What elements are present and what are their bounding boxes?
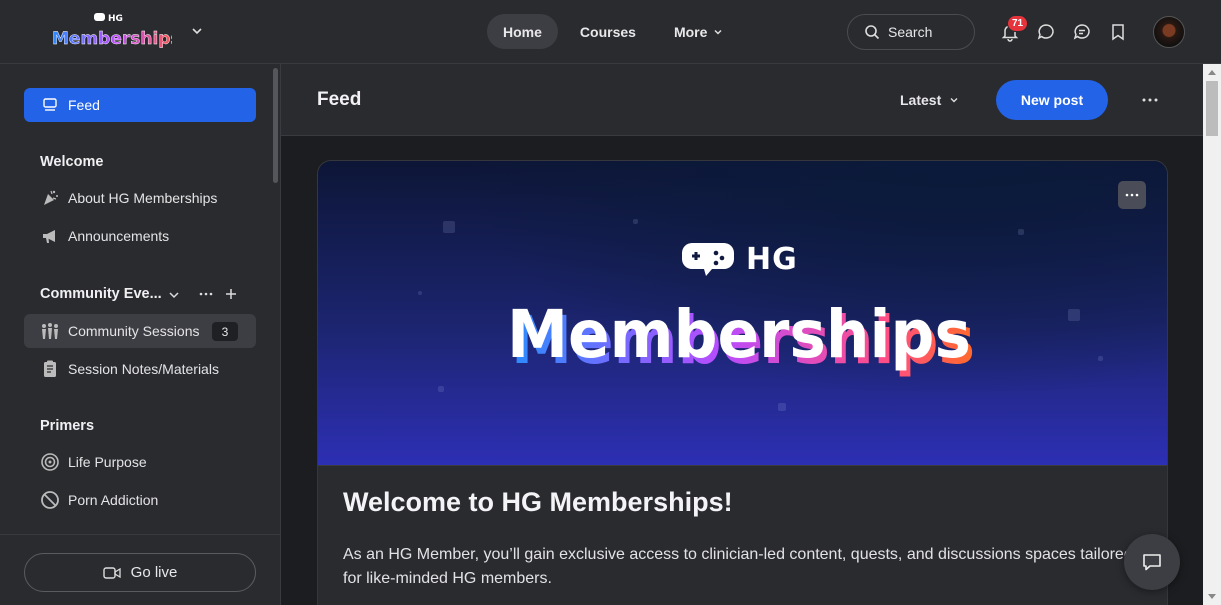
post-card[interactable]: HG Memberships Memberships Welcome to HG… — [317, 160, 1168, 605]
post-body: As an HG Member, you’ll gain exclusive a… — [343, 546, 1133, 587]
section-heading-primers[interactable]: Primers — [40, 418, 94, 434]
messages-icon[interactable] — [1072, 22, 1092, 42]
section-heading-welcome[interactable]: Welcome — [40, 154, 103, 170]
chat-icon — [1143, 554, 1161, 571]
top-bar: HG Memberships Home Courses More Search … — [0, 0, 1221, 64]
nav-home[interactable]: Home — [487, 14, 558, 49]
chevron-down-icon — [950, 98, 958, 103]
sidebar-item-session-notes[interactable]: Session Notes/Materials — [24, 352, 256, 386]
post-title[interactable]: Welcome to HG Memberships! — [343, 487, 733, 518]
bookmark-icon[interactable] — [1108, 22, 1128, 42]
feed-icon — [43, 98, 57, 111]
sidebar-item-announcements[interactable]: Announcements — [24, 219, 256, 253]
section-actions — [198, 286, 238, 302]
target-icon — [40, 452, 60, 472]
more-dots-icon[interactable] — [198, 286, 214, 302]
sidebar-item-about[interactable]: About HG Memberships — [24, 181, 256, 215]
sidebar-scrollbar[interactable] — [273, 68, 278, 183]
hg-brand-mark: HG — [680, 239, 798, 279]
nav-more[interactable]: More — [658, 14, 739, 49]
search-label: Search — [888, 24, 933, 40]
feed-header: Feed Latest New post — [281, 64, 1203, 136]
more-options-icon[interactable] — [1139, 90, 1161, 110]
gamepad-icon — [682, 243, 734, 276]
megaphone-icon — [40, 226, 60, 246]
chat-launcher-button[interactable] — [1124, 534, 1180, 590]
notification-badge: 71 — [1007, 15, 1029, 32]
main-nav: Home Courses More — [487, 14, 739, 49]
page-title: Feed — [317, 89, 362, 110]
sidebar-footer: Go live — [0, 534, 280, 605]
search-icon — [865, 25, 880, 40]
scroll-thumb[interactable] — [1206, 81, 1218, 136]
nav-courses[interactable]: Courses — [564, 14, 652, 49]
hg-memberships-logo[interactable]: HG Memberships — [50, 12, 181, 52]
people-icon — [40, 321, 60, 341]
sidebar-item-life-purpose[interactable]: Life Purpose — [24, 445, 256, 479]
logo-small-text: HG — [108, 14, 123, 24]
count-badge: 3 — [212, 322, 238, 341]
sidebar-item-community-sessions[interactable]: Community Sessions 3 — [24, 314, 256, 348]
more-dots-icon — [1125, 193, 1139, 197]
banner-more-button[interactable] — [1118, 181, 1146, 209]
memberships-wordmark: Memberships Memberships — [507, 296, 975, 379]
plus-icon[interactable] — [224, 287, 238, 301]
scroll-up-arrow[interactable] — [1208, 70, 1216, 75]
go-live-button[interactable]: Go live — [24, 553, 256, 592]
new-post-button[interactable]: New post — [996, 80, 1108, 120]
chevron-down-icon[interactable] — [190, 24, 204, 38]
page-scrollbar[interactable] — [1203, 64, 1221, 605]
no-entry-icon — [40, 490, 60, 510]
party-popper-icon — [40, 188, 60, 208]
svg-text:Memberships: Memberships — [507, 296, 971, 373]
chat-bubble-icon[interactable] — [1036, 22, 1056, 42]
sidebar-item-porn-addiction[interactable]: Porn Addiction — [24, 483, 256, 517]
notes-icon — [40, 359, 60, 379]
section-heading-community-events[interactable]: Community Eve... — [40, 286, 162, 302]
chevron-down-icon[interactable] — [168, 289, 180, 301]
sidebar-item-feed[interactable]: Feed — [24, 88, 256, 122]
user-avatar[interactable] — [1153, 16, 1185, 48]
sidebar: Feed Welcome About HG Memberships Announ… — [0, 64, 281, 605]
scroll-down-arrow[interactable] — [1208, 594, 1216, 599]
video-camera-icon — [102, 566, 121, 579]
sort-dropdown[interactable]: Latest — [900, 92, 959, 108]
chevron-down-icon — [714, 29, 722, 35]
logo-main-text: Memberships — [52, 29, 172, 49]
search-button[interactable]: Search — [847, 14, 975, 50]
post-banner-image: HG Memberships Memberships — [318, 161, 1167, 466]
